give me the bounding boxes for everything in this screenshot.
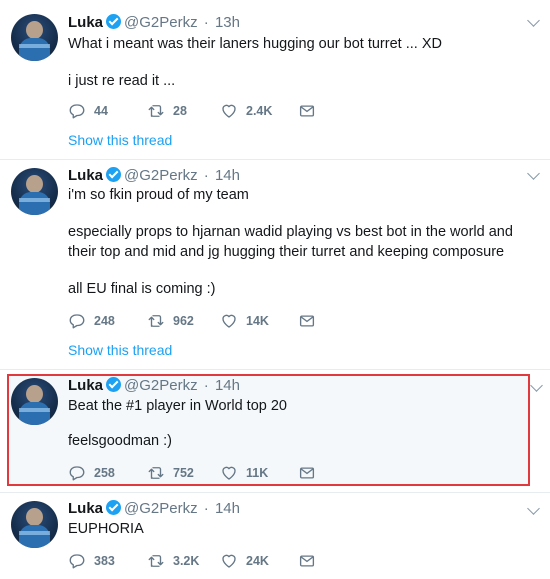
tweet[interactable]: Luka @G2Perkz · 14h EUPHORIA 383 3.2K 24K	[0, 493, 550, 579]
separator: ·	[203, 167, 209, 184]
show-thread-link[interactable]: Show this thread	[68, 132, 172, 148]
retweet-count: 962	[173, 314, 194, 328]
reply-icon	[69, 104, 85, 119]
tweet-text: What i meant was their laners hugging ou…	[68, 34, 538, 91]
avatar[interactable]	[11, 14, 58, 61]
heart-icon	[222, 104, 236, 118]
user-handle[interactable]: @G2Perkz	[124, 167, 198, 184]
timestamp[interactable]: 14h	[215, 500, 240, 517]
direct-message-button[interactable]	[298, 463, 324, 483]
separator: ·	[203, 14, 209, 31]
display-name[interactable]: Luka	[68, 14, 103, 31]
timestamp[interactable]: 14h	[215, 377, 240, 394]
message-icon	[299, 467, 315, 479]
display-name[interactable]: Luka	[68, 377, 103, 394]
reply-count: 258	[94, 466, 115, 480]
heart-icon	[222, 314, 236, 328]
tweet[interactable]: Luka @G2Perkz · 14h i'm so fkin proud of …	[0, 160, 550, 370]
retweet-icon	[148, 555, 164, 567]
message-icon	[299, 315, 315, 327]
reply-button[interactable]: 248	[68, 311, 115, 331]
retweet-button[interactable]: 3.2K	[147, 551, 199, 571]
tweet-text: EUPHORIA	[68, 519, 538, 539]
reply-count: 248	[94, 314, 115, 328]
message-icon	[299, 105, 315, 117]
retweet-icon	[148, 105, 164, 117]
reply-icon	[69, 314, 85, 329]
retweet-icon	[148, 315, 164, 327]
retweet-count: 752	[173, 466, 194, 480]
like-button[interactable]: 14K	[220, 311, 269, 331]
retweet-count: 3.2K	[173, 554, 200, 568]
tweet-paragraph: EUPHORIA	[68, 521, 144, 537]
verified-badge-icon	[106, 500, 122, 515]
avatar[interactable]	[11, 168, 58, 215]
retweet-count: 28	[173, 104, 187, 118]
reply-button[interactable]: 258	[68, 463, 115, 483]
user-handle[interactable]: @G2Perkz	[124, 14, 198, 31]
chevron-down-icon[interactable]	[530, 379, 543, 392]
tweet[interactable]: Luka @G2Perkz · 13h What i meant was thei…	[0, 0, 550, 160]
reply-button[interactable]: 383	[68, 551, 115, 571]
show-thread-link[interactable]: Show this thread	[68, 342, 172, 358]
reply-count: 44	[94, 104, 108, 118]
tweet-text: Beat the #1 player in World top 20 feels…	[68, 396, 538, 451]
retweet-button[interactable]: 28	[147, 101, 187, 121]
heart-icon	[222, 554, 236, 568]
tweet-paragraph: feelsgoodman :)	[68, 433, 172, 449]
tweet-paragraph: i just re read it ...	[68, 73, 176, 89]
reply-button[interactable]: 44	[68, 101, 108, 121]
retweet-icon	[148, 467, 164, 479]
display-name[interactable]: Luka	[68, 167, 103, 184]
like-count: 14K	[246, 314, 269, 328]
tweet-paragraph: Beat the #1 player in World top 20	[68, 398, 287, 414]
avatar[interactable]	[11, 378, 58, 425]
verified-badge-icon	[106, 377, 122, 392]
direct-message-button[interactable]	[298, 551, 324, 571]
chevron-down-icon[interactable]	[527, 502, 540, 515]
user-handle[interactable]: @G2Perkz	[124, 377, 198, 394]
like-count: 24K	[246, 554, 269, 568]
reply-count: 383	[94, 554, 115, 568]
reply-icon	[69, 554, 85, 569]
tweet-paragraph: i'm so fkin proud of my team	[68, 187, 249, 203]
separator: ·	[203, 377, 209, 394]
verified-badge-icon	[106, 167, 122, 182]
retweet-button[interactable]: 752	[147, 463, 194, 483]
avatar[interactable]	[11, 501, 58, 548]
tweet-paragraph: especially props to hjarnan wadid playin…	[68, 224, 513, 260]
user-handle[interactable]: @G2Perkz	[124, 500, 198, 517]
like-button[interactable]: 2.4K	[220, 101, 272, 121]
tweet-paragraph: all EU final is coming :)	[68, 281, 216, 297]
like-button[interactable]: 24K	[220, 551, 269, 571]
reply-icon	[69, 466, 85, 481]
like-button[interactable]: 11K	[220, 463, 268, 483]
chevron-down-icon[interactable]	[527, 167, 540, 180]
like-count: 11K	[246, 466, 269, 480]
direct-message-button[interactable]	[298, 101, 324, 121]
tweet[interactable]: Luka @G2Perkz · 14h Beat the #1 player in…	[0, 370, 550, 490]
timestamp[interactable]: 14h	[215, 167, 240, 184]
tweet-text: i'm so fkin proud of my team especially …	[68, 185, 538, 299]
display-name[interactable]: Luka	[68, 500, 103, 517]
timestamp[interactable]: 13h	[215, 14, 240, 31]
tweet-paragraph: What i meant was their laners hugging ou…	[68, 36, 442, 52]
like-count: 2.4K	[246, 104, 273, 118]
retweet-button[interactable]: 962	[147, 311, 194, 331]
separator: ·	[203, 500, 209, 517]
chevron-down-icon[interactable]	[527, 14, 540, 27]
verified-badge-icon	[106, 14, 122, 29]
message-icon	[299, 555, 315, 567]
direct-message-button[interactable]	[298, 311, 324, 331]
heart-icon	[222, 466, 236, 480]
